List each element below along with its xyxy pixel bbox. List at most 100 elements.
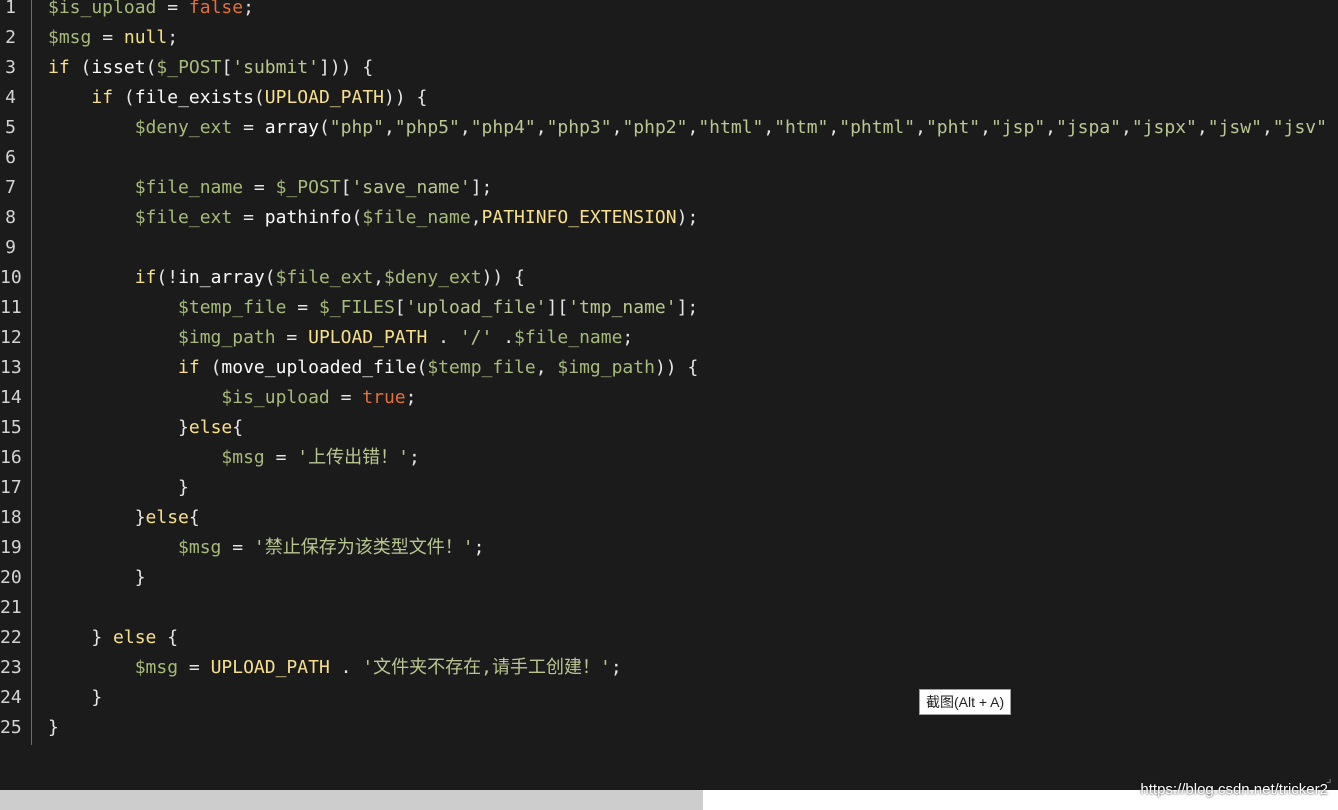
line-number: 3 bbox=[5, 57, 16, 78]
code-token: = bbox=[243, 177, 276, 198]
code-line[interactable]: if (move_uploaded_file($temp_file, $img_… bbox=[48, 353, 698, 383]
code-token: [ bbox=[394, 297, 406, 318]
code-line[interactable]: $file_ext = pathinfo($file_name,PATHINFO… bbox=[48, 203, 699, 233]
code-token: move_uploaded_file bbox=[221, 357, 417, 378]
line-number: 20 bbox=[0, 567, 22, 588]
code-token: )) { bbox=[481, 267, 525, 288]
code-token: "htm" bbox=[774, 117, 829, 138]
code-line[interactable]: $deny_ext = array("php","php5","php4","p… bbox=[48, 113, 1327, 143]
code-token: , bbox=[383, 117, 395, 138]
code-token: ; bbox=[610, 657, 622, 678]
line-number: 11 bbox=[0, 297, 22, 318]
code-line[interactable]: } bbox=[48, 473, 189, 503]
code-token: , bbox=[470, 207, 482, 228]
code-line[interactable]: $is_upload = false; bbox=[48, 0, 254, 23]
code-line[interactable]: $img_path = UPLOAD_PATH . '/' .$file_nam… bbox=[48, 323, 633, 353]
code-editor[interactable]: 1 2 3 4 5 6 7 8 9 10 11 12 13 14 15 16 17 18 19 20 21 22 23 24 2… bbox=[0, 0, 1338, 790]
code-token: if bbox=[91, 87, 114, 108]
code-token: file_exists bbox=[134, 87, 254, 108]
code-token: "phtml" bbox=[839, 117, 916, 138]
code-token: '/' bbox=[459, 327, 493, 348]
code-line[interactable]: }else{ bbox=[48, 413, 243, 443]
code-token: ); bbox=[676, 207, 699, 228]
code-line[interactable]: }else{ bbox=[48, 503, 200, 533]
code-token: $img_path bbox=[178, 327, 276, 348]
code-token: $file_name bbox=[134, 177, 244, 198]
code-token: = bbox=[264, 447, 298, 468]
line-number: 25 bbox=[0, 717, 22, 738]
code-token: )) { bbox=[384, 87, 428, 108]
resize-grip-icon[interactable]: ⌟ bbox=[1326, 772, 1338, 784]
code-token: UPLOAD_PATH bbox=[210, 657, 330, 678]
code-line[interactable]: if(!in_array($file_ext,$deny_ext)) { bbox=[48, 263, 525, 293]
code-token: PATHINFO_EXTENSION bbox=[481, 207, 677, 228]
code-token: } bbox=[48, 627, 114, 648]
code-token: , bbox=[828, 117, 840, 138]
code-token: , bbox=[980, 117, 991, 138]
code-token: $_FILES bbox=[318, 297, 395, 318]
code-token: "html" bbox=[698, 117, 764, 138]
code-line[interactable]: $file_name = $_POST['save_name']; bbox=[48, 173, 493, 203]
code-token: ; bbox=[408, 447, 420, 468]
code-token: $file_ext bbox=[275, 267, 374, 288]
code-line[interactable]: } bbox=[48, 563, 146, 593]
code-token: . bbox=[427, 327, 460, 348]
code-line[interactable]: } else { bbox=[48, 623, 178, 653]
code-token: $is_upload bbox=[221, 387, 330, 408]
code-token: '文件夹不存在,请手工创建！' bbox=[362, 657, 611, 678]
code-token: "jspx" bbox=[1131, 117, 1197, 138]
code-token: , bbox=[373, 267, 385, 288]
code-line[interactable]: } bbox=[48, 713, 59, 743]
code-token: ( bbox=[351, 207, 363, 228]
code-token: "jsw" bbox=[1207, 117, 1262, 138]
code-line[interactable]: $msg = UPLOAD_PATH . '文件夹不存在,请手工创建！'; bbox=[48, 653, 622, 683]
horizontal-scrollbar[interactable] bbox=[0, 790, 1338, 810]
code-token: , bbox=[1261, 117, 1273, 138]
code-token: = bbox=[329, 387, 363, 408]
code-token: "php5" bbox=[394, 117, 460, 138]
code-text-area[interactable]: $is_upload = false; $msg = null; if (isset… bbox=[48, 0, 1338, 760]
code-line[interactable]: $temp_file = $_FILES['upload_file']['tmp… bbox=[48, 293, 698, 323]
code-token: (! bbox=[156, 267, 179, 288]
code-token: ; bbox=[243, 0, 254, 18]
code-token: 'upload_file' bbox=[405, 297, 547, 318]
line-number: 8 bbox=[5, 207, 16, 228]
code-token: = bbox=[156, 0, 189, 18]
code-line[interactable]: $msg = null; bbox=[48, 23, 178, 53]
code-token: ][ bbox=[546, 297, 569, 318]
code-token: , bbox=[535, 117, 547, 138]
code-line[interactable]: $is_upload = true; bbox=[48, 383, 416, 413]
code-token: "jspa" bbox=[1056, 117, 1122, 138]
code-token: = bbox=[232, 207, 265, 228]
code-line[interactable]: } bbox=[48, 683, 102, 713]
code-token: = bbox=[232, 117, 265, 138]
horizontal-scrollbar-thumb[interactable] bbox=[0, 790, 703, 810]
code-line[interactable]: $msg = '禁止保存为该类型文件！'; bbox=[48, 533, 484, 563]
code-token: ]; bbox=[676, 297, 699, 318]
code-line[interactable]: $msg = '上传出错！'; bbox=[48, 443, 420, 473]
code-token: 'submit' bbox=[232, 57, 319, 78]
code-token: ; bbox=[167, 27, 179, 48]
code-token: } bbox=[48, 567, 146, 588]
watermark-url: https://blog.csdn.net/tricker2 bbox=[1140, 781, 1328, 798]
code-token: in_array bbox=[178, 267, 265, 288]
line-number: 2 bbox=[5, 27, 16, 48]
code-token: "php3" bbox=[546, 117, 612, 138]
code-token: . bbox=[492, 327, 515, 348]
code-line[interactable]: if (file_exists(UPLOAD_PATH)) { bbox=[48, 83, 427, 113]
line-number: 12 bbox=[0, 327, 22, 348]
code-token: 'tmp_name' bbox=[568, 297, 677, 318]
code-token: { bbox=[156, 627, 179, 648]
code-token: if bbox=[178, 357, 200, 378]
code-token: = bbox=[91, 27, 124, 48]
line-number: 10 bbox=[0, 267, 22, 288]
line-number: 19 bbox=[0, 537, 22, 558]
code-token: ])) { bbox=[318, 57, 374, 78]
code-token: $file_name bbox=[362, 207, 471, 228]
code-line[interactable]: if (isset($_POST['submit'])) { bbox=[48, 53, 373, 83]
code-token: ; bbox=[405, 387, 417, 408]
code-token: "php2" bbox=[622, 117, 688, 138]
